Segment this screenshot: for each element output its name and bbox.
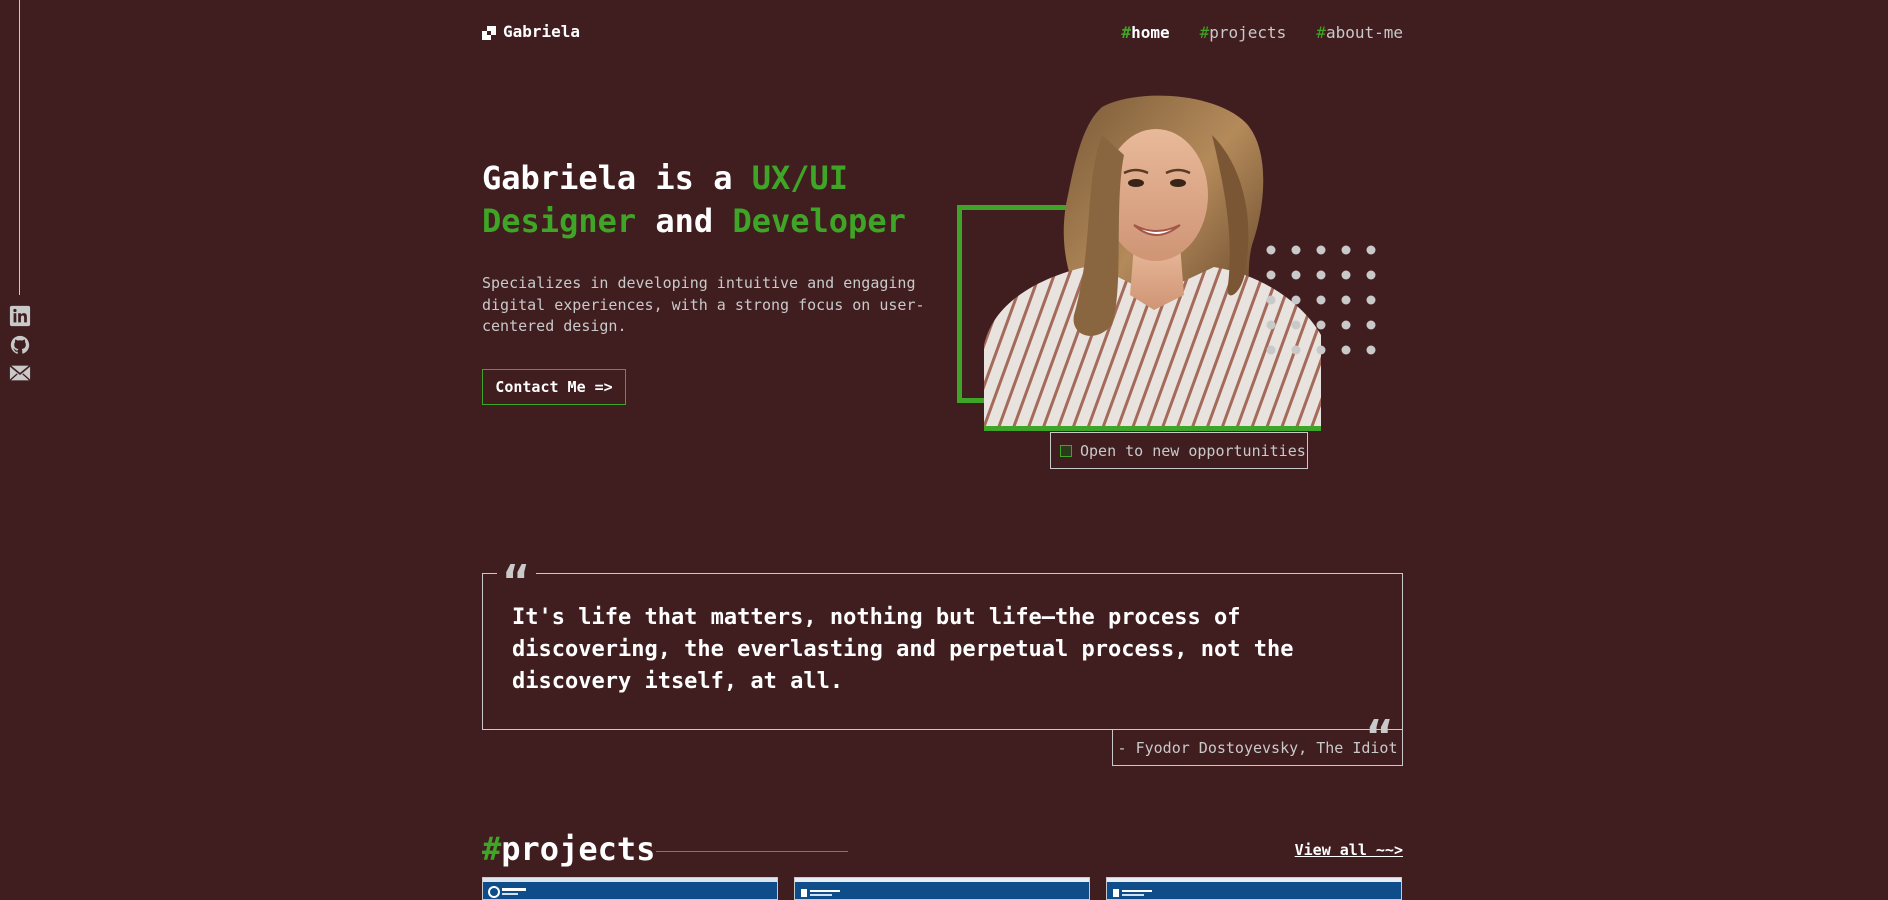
brand-logo[interactable]: Gabriela [482,22,580,41]
project-thumbnail-logo-icon [1113,889,1152,897]
view-all-projects-link[interactable]: View all ~~> [1295,841,1403,859]
dot-grid-decoration [1266,243,1382,363]
social-rail-line [19,0,20,295]
quote-text: It's life that matters, nothing but life… [512,605,1294,694]
project-thumbnail-logo-icon [801,889,840,897]
availability-status-badge: Open to new opportunities [1050,432,1308,469]
github-icon[interactable] [8,333,32,357]
project-thumbnail-logo-icon [488,886,526,898]
logo-icon [482,25,496,40]
linkedin-icon[interactable] [8,304,32,328]
status-indicator-icon [1060,444,1072,457]
quote-open-icon: “ [497,561,536,587]
status-text: Open to new opportunities [1080,441,1306,460]
nav-item-home[interactable]: #home [1121,23,1169,42]
project-card-1-thumbnail[interactable] [482,877,778,900]
nav-item-projects[interactable]: #projects [1200,23,1287,42]
nav-item-about-me[interactable]: #about-me [1316,23,1403,42]
brand-name: Gabriela [503,22,581,41]
quote-author: - Fyodor Dostoyevsky, The Idiot [1112,729,1403,766]
main-nav: #home #projects #about-me [1121,23,1403,42]
projects-section-title: #projects [482,830,656,868]
quote-box: “ It's life that matters, nothing but li… [482,561,1403,742]
hero-description: Specializes in developing intuitive and … [482,274,925,335]
project-card-2-thumbnail[interactable] [794,877,1090,900]
mail-icon[interactable] [8,361,32,385]
project-card-3-thumbnail[interactable] [1106,877,1402,900]
hero-title-highlight-developer: Developer [732,202,906,240]
contact-me-button[interactable]: Contact Me => [482,369,626,405]
projects-title-divider [656,851,848,852]
hero-title: Gabriela is a UX/UI Designer and Develop… [482,159,906,240]
